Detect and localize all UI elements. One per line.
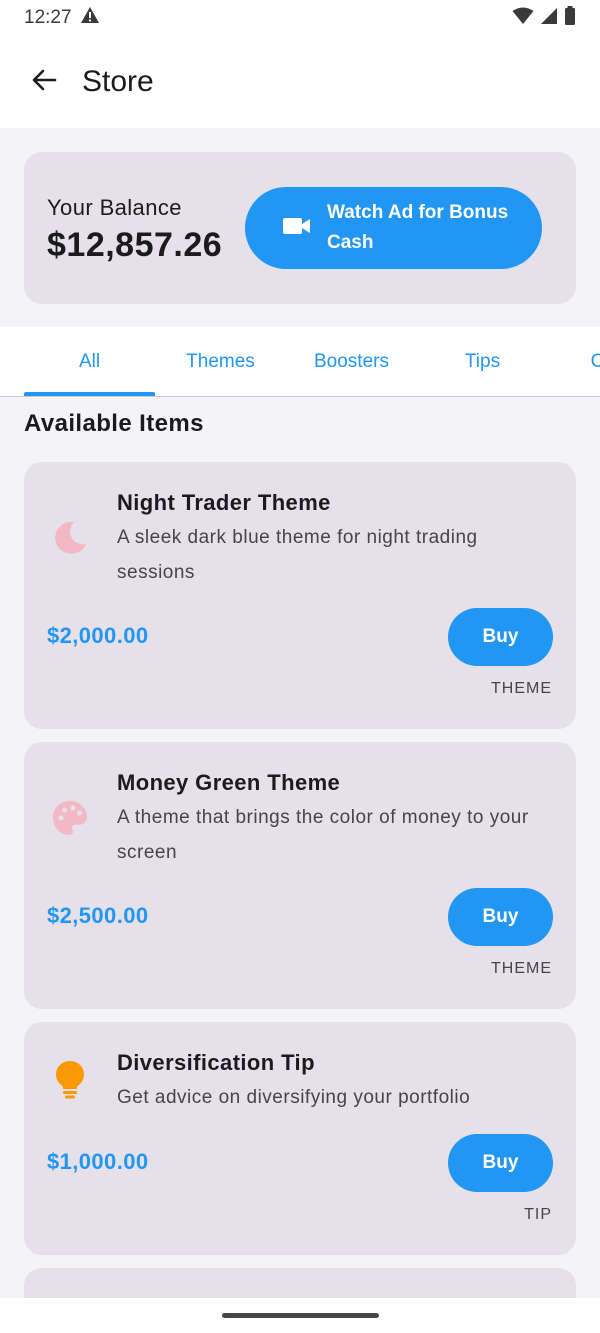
item-description: Get advice on diversifying your portfoli… (117, 1087, 471, 1108)
cell-signal-icon (540, 7, 558, 30)
moon-icon (50, 518, 90, 558)
status-left: 12:27 (24, 6, 100, 30)
wifi-icon (512, 7, 534, 30)
tab-label: Boosters (314, 351, 389, 372)
item-price: $2,500.00 (47, 903, 149, 928)
tab-indicator (24, 392, 155, 396)
item-title: Money Green Theme (117, 770, 341, 795)
video-camera-icon (283, 216, 311, 241)
tab-boosters[interactable]: Boosters (286, 327, 417, 396)
tab-label: C (591, 351, 600, 373)
balance-label: Your Balance (47, 195, 182, 220)
arrow-back-icon (31, 68, 57, 97)
item-description: A sleek dark blue theme for night tradin… (117, 527, 478, 583)
store-item-card: Night Trader Theme A sleek dark blue the… (24, 462, 576, 729)
buy-label: Buy (482, 1152, 519, 1173)
tab-label: Tips (464, 351, 501, 372)
status-bar: 12:27 (0, 0, 600, 36)
balance-value: $12,857.26 (47, 226, 223, 264)
status-time: 12:27 (24, 7, 72, 28)
gesture-handle[interactable] (222, 1313, 379, 1318)
section-title: Available Items (24, 410, 204, 437)
item-price: $1,000.00 (47, 1149, 149, 1174)
item-description: A theme that brings the color of money t… (117, 807, 529, 863)
watch-ad-button[interactable]: Watch Ad for Bonus Cash (245, 187, 542, 269)
app-bar: Store (0, 36, 600, 128)
item-title: Diversification Tip (117, 1050, 315, 1075)
alert-icon (80, 6, 100, 30)
buy-button[interactable]: Buy (448, 1134, 553, 1192)
back-button[interactable] (24, 62, 64, 102)
tab-tips[interactable]: Tips (417, 327, 548, 396)
buy-button[interactable]: Buy (448, 608, 553, 666)
item-type: TIP (524, 1206, 552, 1223)
buy-label: Buy (482, 906, 519, 927)
item-price: $2,000.00 (47, 623, 149, 648)
store-item-card: Money Green Theme A theme that brings th… (24, 742, 576, 1009)
tab-label: All (78, 351, 101, 372)
tab-label: Themes (186, 351, 255, 372)
tab-partial[interactable]: C (532, 327, 600, 396)
balance-card: Your Balance $12,857.26 Watch Ad for Bon… (24, 152, 576, 304)
item-title: Night Trader Theme (117, 490, 331, 515)
tab-themes[interactable]: Themes (155, 327, 286, 396)
palette-icon (50, 798, 90, 838)
item-type: THEME (491, 960, 552, 977)
watch-ad-label: Watch Ad for Bonus Cash (327, 202, 509, 253)
status-right (512, 5, 576, 31)
tab-all[interactable]: All (24, 327, 155, 396)
store-item-card: Diversification Tip Get advice on divers… (24, 1022, 576, 1255)
lightbulb-icon (50, 1060, 90, 1100)
page-title: Store (82, 65, 154, 98)
category-tabs: All Themes Boosters Tips C (0, 327, 600, 397)
item-type: THEME (491, 680, 552, 697)
buy-button[interactable]: Buy (448, 888, 553, 946)
buy-label: Buy (482, 626, 519, 647)
battery-icon (564, 5, 576, 31)
